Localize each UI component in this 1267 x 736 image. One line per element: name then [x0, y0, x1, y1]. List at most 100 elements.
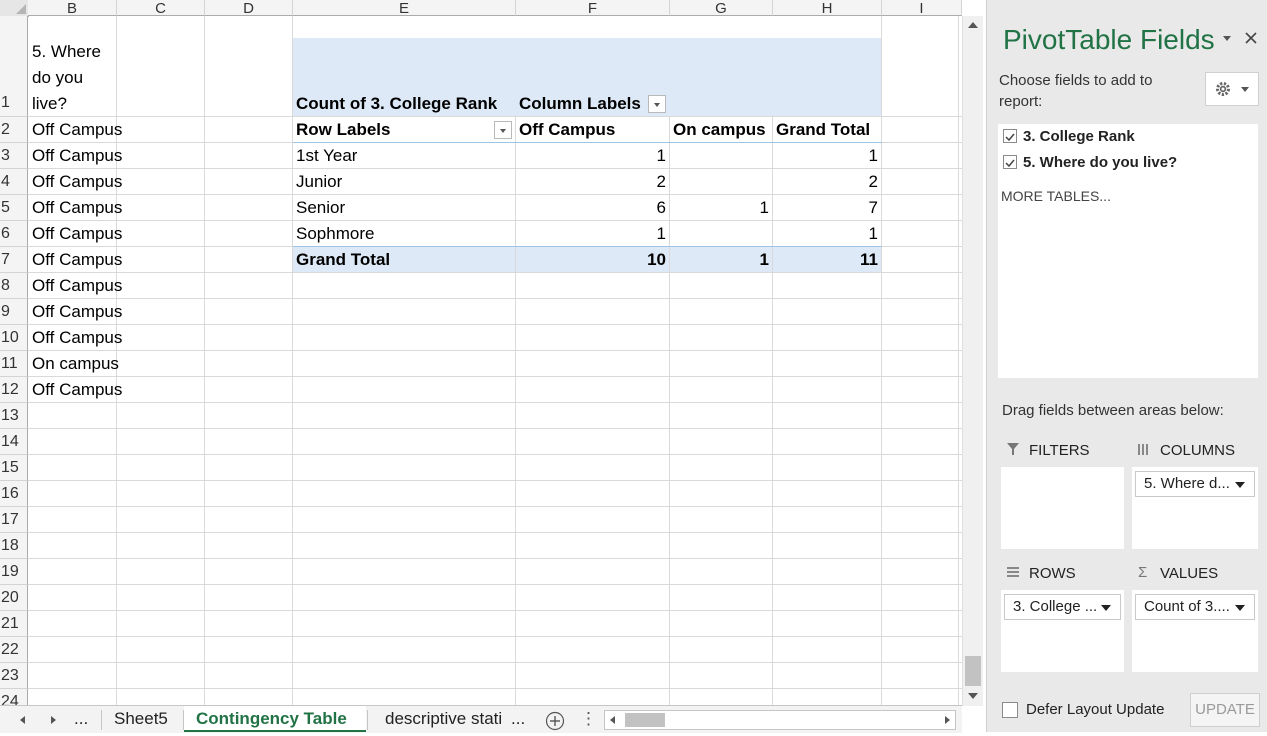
row-header-1[interactable]: 1: [0, 16, 28, 117]
row-header-4[interactable]: 4: [0, 169, 28, 195]
values-drop-area[interactable]: Count of 3....: [1132, 590, 1258, 672]
pivot-row-label[interactable]: Junior: [296, 169, 342, 195]
cell-b1-line[interactable]: 5. Where: [32, 39, 101, 65]
row-header-7[interactable]: 7: [0, 247, 28, 273]
cell-b1-line[interactable]: do you: [32, 65, 83, 91]
cell-b2[interactable]: Off Campus: [32, 117, 122, 143]
column-header-g[interactable]: G: [670, 0, 773, 17]
tab-contingency-table[interactable]: Contingency Table: [184, 706, 366, 732]
row-header-17[interactable]: 17: [0, 507, 28, 533]
column-header-c[interactable]: C: [117, 0, 205, 17]
row-header-3[interactable]: 3: [0, 143, 28, 169]
row-header-12[interactable]: 12: [0, 377, 28, 403]
row-header-23[interactable]: 23: [0, 663, 28, 689]
pivot-value[interactable]: 2: [776, 169, 878, 195]
select-all-corner[interactable]: [0, 0, 29, 17]
column-header-b[interactable]: B: [28, 0, 117, 17]
pivot-grand-total-label[interactable]: Grand Total: [296, 247, 390, 273]
column-header-e[interactable]: E: [293, 0, 516, 17]
pane-options-caret-icon[interactable]: [1221, 34, 1233, 44]
cell-b6[interactable]: Off Campus: [32, 221, 122, 247]
rows-field-chip[interactable]: 3. College ...: [1004, 594, 1121, 620]
column-header-d[interactable]: D: [205, 0, 293, 17]
more-sheets-right[interactable]: ...: [507, 706, 529, 732]
pivot-grand-total-value[interactable]: 11: [776, 247, 878, 273]
pivot-row-label[interactable]: Sophmore: [296, 221, 374, 247]
scroll-down-button[interactable]: [964, 688, 982, 704]
pivot-row-labels[interactable]: Row Labels: [296, 117, 390, 143]
row-header-9[interactable]: 9: [0, 299, 28, 325]
pivot-row-label[interactable]: Senior: [296, 195, 345, 221]
row-header-20[interactable]: 20: [0, 585, 28, 611]
row-header-15[interactable]: 15: [0, 455, 28, 481]
row-labels-filter-button[interactable]: [494, 121, 512, 139]
pivot-col-header-on[interactable]: On campus: [673, 117, 766, 143]
pivot-row-label[interactable]: 1st Year: [296, 143, 357, 169]
pivot-value[interactable]: 1: [776, 221, 878, 247]
pivot-count-label[interactable]: Count of 3. College Rank: [296, 91, 514, 117]
columns-drop-area[interactable]: 5. Where d...: [1132, 467, 1258, 549]
field-checkbox[interactable]: [1003, 129, 1017, 143]
row-header-13[interactable]: 13: [0, 403, 28, 429]
row-header-8[interactable]: 8: [0, 273, 28, 299]
more-sheets-left[interactable]: ...: [66, 706, 96, 732]
cell-b4[interactable]: Off Campus: [32, 169, 122, 195]
filters-drop-area[interactable]: [1001, 467, 1124, 549]
tab-options-menu-icon[interactable]: ⋮: [576, 706, 601, 732]
cell-b12[interactable]: Off Campus: [32, 377, 122, 403]
scroll-thumb[interactable]: [965, 656, 981, 686]
column-labels-filter-button[interactable]: [648, 95, 666, 113]
scroll-up-button[interactable]: [964, 17, 982, 33]
column-header-i[interactable]: I: [882, 0, 962, 17]
pivot-value[interactable]: 2: [520, 169, 666, 195]
column-header-f[interactable]: F: [516, 0, 670, 17]
field-label[interactable]: 3. College Rank: [1023, 128, 1135, 145]
row-header-2[interactable]: 2: [0, 117, 28, 143]
pivot-value[interactable]: 1: [673, 195, 769, 221]
pivot-column-labels[interactable]: Column Labels: [519, 91, 641, 117]
pivot-value[interactable]: 1: [520, 221, 666, 247]
prev-sheet-arrow-icon[interactable]: [16, 712, 30, 726]
row-header-10[interactable]: 10: [0, 325, 28, 351]
tab-sheet5[interactable]: Sheet5: [102, 706, 180, 732]
pivot-col-header-off[interactable]: Off Campus: [519, 117, 615, 143]
pivot-value[interactable]: 6: [520, 195, 666, 221]
row-header-18[interactable]: 18: [0, 533, 28, 559]
pivot-value[interactable]: 1: [520, 143, 666, 169]
cell-b3[interactable]: Off Campus: [32, 143, 122, 169]
pivot-grand-total-value[interactable]: 1: [673, 247, 769, 273]
column-header-h[interactable]: H: [773, 0, 882, 17]
row-header-22[interactable]: 22: [0, 637, 28, 663]
pivot-value[interactable]: 1: [776, 143, 878, 169]
spreadsheet-grid[interactable]: B C D E F G H I 1 2 3 4 5 6 7 8 9 10 11: [0, 0, 962, 705]
pivot-grand-total-value[interactable]: 10: [520, 247, 666, 273]
add-sheet-icon[interactable]: [545, 711, 565, 731]
next-sheet-arrow-icon[interactable]: [46, 712, 60, 726]
row-header-11[interactable]: 11: [0, 351, 28, 377]
row-header-21[interactable]: 21: [0, 611, 28, 637]
chevron-right-icon[interactable]: [941, 714, 953, 726]
cell-b5[interactable]: Off Campus: [32, 195, 122, 221]
row-header-6[interactable]: 6: [0, 221, 28, 247]
columns-field-chip[interactable]: 5. Where d...: [1135, 471, 1255, 497]
update-button[interactable]: UPDATE: [1190, 693, 1260, 727]
pivot-col-header-total[interactable]: Grand Total: [776, 117, 870, 143]
cell-b11[interactable]: On campus: [32, 351, 119, 377]
field-checkbox[interactable]: [1003, 155, 1017, 169]
cell-b1-line[interactable]: live?: [32, 91, 67, 117]
horizontal-scrollbar[interactable]: [604, 710, 956, 730]
tools-button[interactable]: [1205, 72, 1259, 106]
chevron-left-icon[interactable]: [607, 714, 619, 726]
horizontal-scroll-thumb[interactable]: [625, 713, 665, 727]
pivot-value[interactable]: 7: [776, 195, 878, 221]
cell-b7[interactable]: Off Campus: [32, 247, 122, 273]
field-label[interactable]: 5. Where do you live?: [1023, 154, 1177, 171]
more-tables-link[interactable]: MORE TABLES...: [1001, 188, 1111, 204]
rows-drop-area[interactable]: 3. College ...: [1001, 590, 1124, 672]
row-header-19[interactable]: 19: [0, 559, 28, 585]
defer-layout-checkbox[interactable]: [1002, 702, 1018, 718]
vertical-scrollbar[interactable]: [962, 16, 983, 706]
tab-descriptive-statistics[interactable]: descriptive stati: [373, 706, 513, 732]
row-header-16[interactable]: 16: [0, 481, 28, 507]
values-field-chip[interactable]: Count of 3....: [1135, 594, 1255, 620]
